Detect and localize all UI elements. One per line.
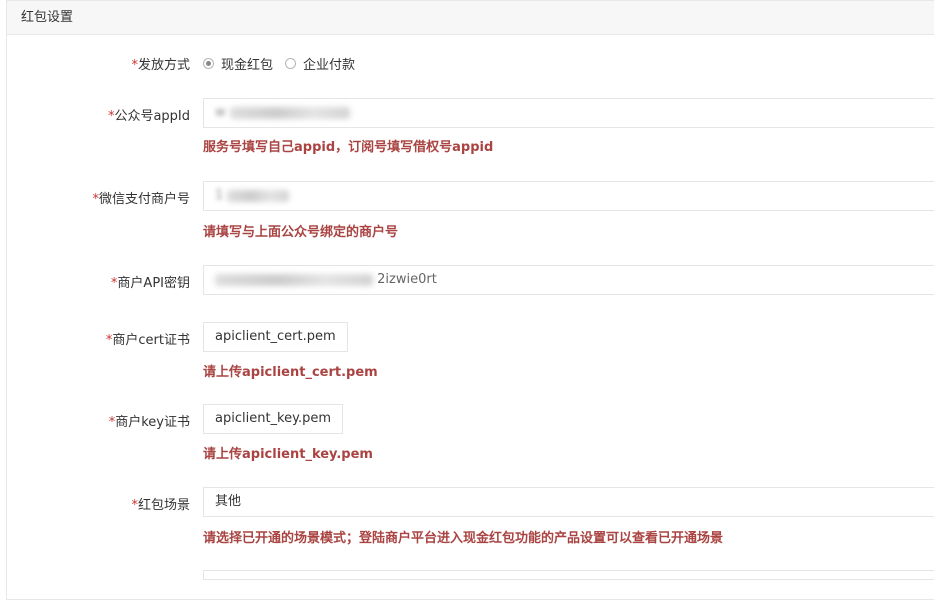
scene-help: 请选择已开通的场景模式；登陆商户平台进入现金红包功能的产品设置可以查看已开通场景 bbox=[203, 531, 724, 546]
cert-file-help: 请上传apiclient_cert.pem bbox=[203, 365, 378, 380]
send-method-radio-group: 现金红包 企业付款 bbox=[203, 54, 367, 73]
key-file-help: 请上传apiclient_key.pem bbox=[203, 447, 373, 462]
merchant-id-input[interactable]: 1 bbox=[203, 181, 934, 211]
key-file-input[interactable]: apiclient_key.pem bbox=[203, 404, 343, 434]
api-key-visible-tail: 2izwie0rt bbox=[377, 272, 437, 287]
obscured-value bbox=[227, 189, 290, 202]
obscured-value bbox=[215, 273, 373, 286]
key-file-label: *商户key证书 bbox=[108, 415, 190, 430]
radio-checked-icon[interactable] bbox=[203, 58, 214, 69]
scene-label: *红包场景 bbox=[131, 498, 190, 513]
merchant-id-label: *微信支付商户号 bbox=[92, 192, 190, 207]
api-key-input[interactable]: 2izwie0rt bbox=[203, 265, 934, 295]
obscured-value bbox=[229, 106, 350, 119]
radio-enterprise-payment-label: 企业付款 bbox=[303, 58, 356, 73]
radio-enterprise-payment[interactable]: 企业付款 bbox=[285, 54, 355, 73]
radio-unchecked-icon[interactable] bbox=[285, 58, 297, 69]
cert-file-input[interactable]: apiclient_cert.pem bbox=[203, 322, 348, 352]
appid-input[interactable]: w bbox=[203, 98, 934, 128]
merchant-id-help: 请填写与上面公众号绑定的商户号 bbox=[203, 225, 399, 240]
api-key-label: *商户API密钥 bbox=[110, 276, 190, 291]
scene-select[interactable]: 其他 bbox=[203, 487, 934, 517]
send-method-label: *发放方式 bbox=[131, 58, 190, 73]
appid-help: 服务号填写自己appid，订阅号填写借权号appid bbox=[203, 140, 494, 155]
panel-title: 红包设置 bbox=[7, 1, 934, 35]
cert-file-label: *商户cert证书 bbox=[105, 333, 190, 348]
radio-cash-red-packet[interactable]: 现金红包 bbox=[203, 54, 273, 73]
appid-label: *公众号appId bbox=[107, 109, 190, 124]
radio-cash-red-packet-label: 现金红包 bbox=[221, 58, 274, 73]
